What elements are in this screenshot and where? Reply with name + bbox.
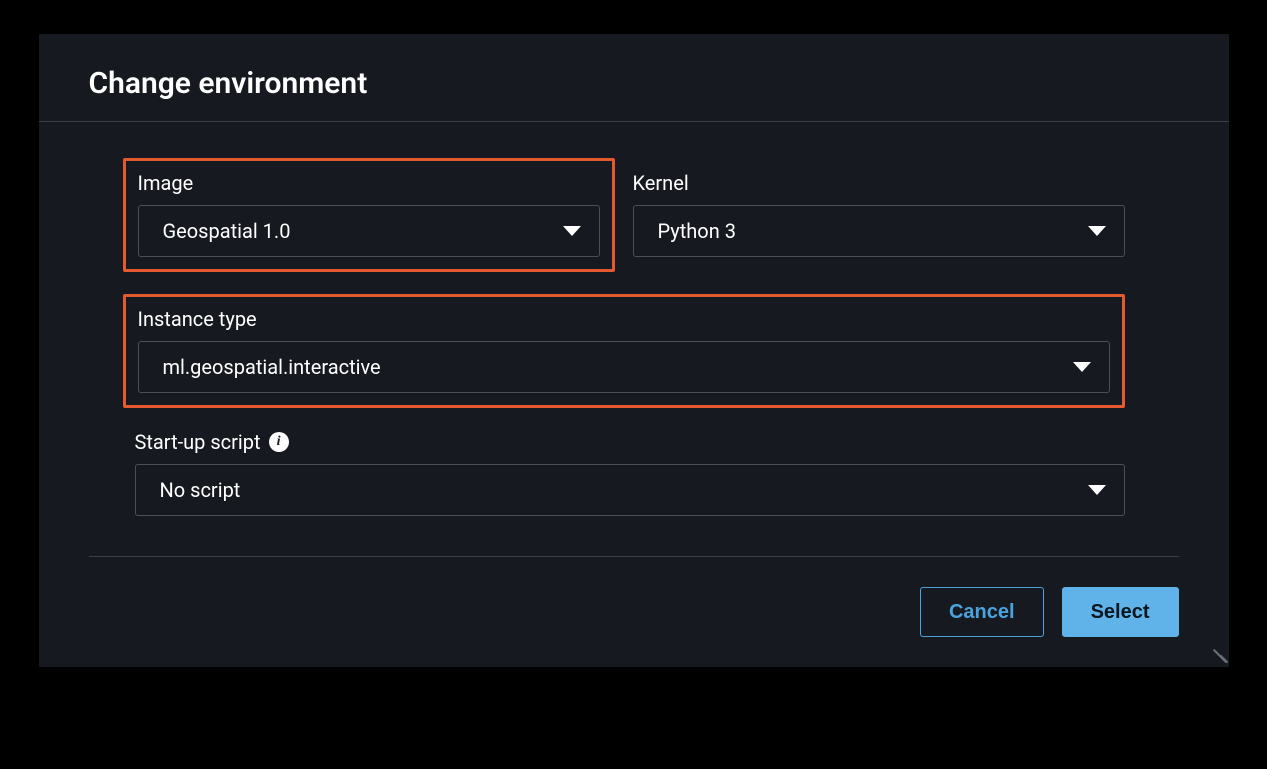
row-instance-type: Instance type ml.geospatial.interactive	[123, 294, 1179, 408]
instance-type-value: ml.geospatial.interactive	[163, 355, 381, 379]
startup-script-label-text: Start-up script	[135, 430, 261, 454]
chevron-down-icon	[1073, 362, 1091, 372]
image-label: Image	[138, 171, 600, 195]
startup-script-field-group: Start-up script i No script	[123, 430, 1125, 516]
image-field-group: Image Geospatial 1.0	[123, 158, 615, 272]
chevron-down-icon	[1088, 226, 1106, 236]
image-select[interactable]: Geospatial 1.0	[138, 205, 600, 257]
startup-script-select[interactable]: No script	[135, 464, 1125, 516]
kernel-value: Python 3	[658, 219, 736, 243]
row-image-kernel: Image Geospatial 1.0 Kernel Python 3	[123, 158, 1179, 272]
instance-type-label: Instance type	[138, 307, 1110, 331]
instance-type-field-group: Instance type ml.geospatial.interactive	[123, 294, 1125, 408]
row-startup-script: Start-up script i No script	[123, 430, 1179, 516]
kernel-label: Kernel	[633, 171, 1125, 195]
dialog-footer: Cancel Select	[89, 556, 1179, 667]
dialog-header: Change environment	[39, 34, 1229, 122]
kernel-field-group: Kernel Python 3	[633, 158, 1125, 272]
kernel-select[interactable]: Python 3	[633, 205, 1125, 257]
startup-script-value: No script	[160, 478, 241, 502]
startup-script-label: Start-up script i	[135, 430, 1125, 454]
resize-handle[interactable]	[1205, 643, 1225, 663]
change-environment-dialog: Change environment Image Geospatial 1.0 …	[39, 34, 1229, 667]
chevron-down-icon	[563, 226, 581, 236]
chevron-down-icon	[1088, 485, 1106, 495]
info-icon[interactable]: i	[269, 432, 289, 452]
instance-type-select[interactable]: ml.geospatial.interactive	[138, 341, 1110, 393]
cancel-button[interactable]: Cancel	[920, 587, 1044, 637]
image-value: Geospatial 1.0	[163, 219, 291, 243]
select-button[interactable]: Select	[1062, 587, 1179, 637]
dialog-body: Image Geospatial 1.0 Kernel Python 3 Ins…	[39, 122, 1229, 556]
dialog-title: Change environment	[89, 66, 1179, 101]
